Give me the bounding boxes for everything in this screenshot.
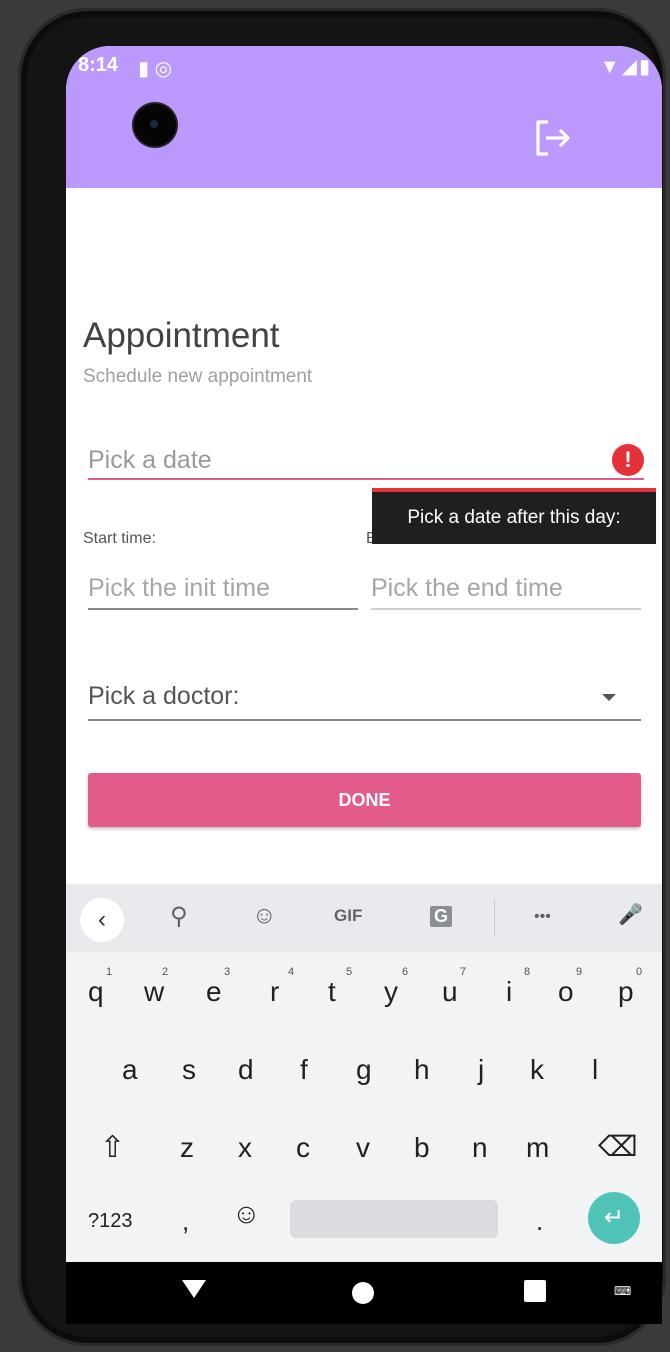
key-hint: 4 xyxy=(288,966,295,978)
key-hint: 8 xyxy=(524,966,531,978)
key-label: p xyxy=(618,976,634,1007)
soft-keyboard: ‹ ⚲ ☺ GIF G ••• 🎤 q1 w2 e3 r4 t5 y6 u7 i… xyxy=(66,884,662,1262)
key-t[interactable]: t5 xyxy=(328,966,352,1008)
done-button[interactable]: DONE xyxy=(88,773,641,827)
spacebar[interactable] xyxy=(290,1200,498,1238)
phone-frame: 8:14 ▮ ◎ ▼◢▮ Appointment Schedule new ap… xyxy=(18,8,666,1346)
key-l[interactable]: l xyxy=(592,1054,598,1086)
shift-key[interactable]: ⇧ xyxy=(100,1130,125,1165)
enter-key[interactable]: ↵ xyxy=(588,1192,640,1244)
key-hint: 0 xyxy=(636,966,643,978)
keyboard-more-icon[interactable]: ••• xyxy=(534,908,551,926)
error-tooltip: Pick a date after this day: xyxy=(372,492,656,544)
date-input-placeholder: Pick a date xyxy=(88,446,212,474)
doctor-select-underline xyxy=(88,719,641,721)
nav-home-icon[interactable] xyxy=(352,1282,374,1304)
key-label: u xyxy=(442,976,458,1007)
key-b[interactable]: b xyxy=(414,1132,430,1164)
key-hint: 6 xyxy=(402,966,409,978)
key-d[interactable]: d xyxy=(238,1054,254,1086)
doctor-select[interactable]: Pick a doctor: xyxy=(88,682,239,711)
key-k[interactable]: k xyxy=(530,1054,544,1086)
nav-back-icon[interactable] xyxy=(182,1280,206,1298)
symbols-key[interactable]: ?123 xyxy=(88,1210,133,1233)
key-p[interactable]: p0 xyxy=(618,966,642,1008)
keyboard-toolbar-divider xyxy=(494,900,495,936)
keyboard-back-icon[interactable]: ‹ xyxy=(80,898,124,942)
status-signal-battery-icons: ▼◢▮ xyxy=(599,56,652,78)
comma-key[interactable]: , xyxy=(182,1206,189,1237)
keyboard-toolbar: ‹ ⚲ ☺ GIF G ••• 🎤 xyxy=(66,884,662,952)
key-r[interactable]: r4 xyxy=(270,966,294,1008)
page-subtitle: Schedule new appointment xyxy=(83,366,313,387)
key-label: i xyxy=(506,976,513,1007)
status-notification-icons: ▮ ◎ xyxy=(138,58,173,80)
key-s[interactable]: s xyxy=(182,1054,196,1086)
key-label: w xyxy=(144,976,165,1007)
keyboard-switch-icon[interactable]: ⌨ xyxy=(614,1284,632,1298)
key-a[interactable]: a xyxy=(122,1054,138,1086)
end-time-input[interactable]: Pick the end time xyxy=(371,574,563,603)
keyboard-gif-icon[interactable]: GIF xyxy=(334,906,362,926)
dropdown-arrow-icon[interactable] xyxy=(602,694,616,701)
key-u[interactable]: u7 xyxy=(442,966,466,1008)
key-hint: 2 xyxy=(162,966,169,978)
key-j[interactable]: j xyxy=(478,1054,484,1086)
key-label: t xyxy=(328,976,336,1007)
start-time-input[interactable]: Pick the init time xyxy=(88,574,270,603)
end-time-underline xyxy=(371,608,641,610)
front-camera xyxy=(134,104,176,146)
key-hint: 7 xyxy=(460,966,467,978)
error-icon[interactable]: ! xyxy=(612,444,644,476)
status-time: 8:14 xyxy=(78,54,119,76)
key-n[interactable]: n xyxy=(472,1132,488,1164)
date-input-underline xyxy=(88,478,644,480)
emoji-key[interactable]: ☺ xyxy=(232,1198,261,1230)
backspace-key[interactable]: ⌫ xyxy=(598,1130,638,1163)
key-v[interactable]: v xyxy=(356,1132,370,1164)
key-c[interactable]: c xyxy=(296,1132,310,1164)
key-i[interactable]: i8 xyxy=(506,966,530,1008)
key-h[interactable]: h xyxy=(414,1054,430,1086)
key-o[interactable]: o9 xyxy=(558,966,582,1008)
start-time-underline xyxy=(88,608,358,610)
system-nav-bar: ⌨ xyxy=(66,1262,662,1324)
keyboard-translate-icon[interactable]: G xyxy=(430,906,453,927)
screen: 8:14 ▮ ◎ ▼◢▮ Appointment Schedule new ap… xyxy=(66,46,662,1324)
key-label: y xyxy=(384,976,398,1007)
key-y[interactable]: y6 xyxy=(384,966,408,1008)
page-title: Appointment xyxy=(83,316,280,355)
key-label: o xyxy=(558,976,574,1007)
logout-icon[interactable] xyxy=(530,116,574,160)
keyboard-search-icon[interactable]: ⚲ xyxy=(170,902,188,931)
key-f[interactable]: f xyxy=(300,1054,308,1086)
start-time-label: Start time: xyxy=(83,530,156,547)
period-key[interactable]: . xyxy=(536,1206,543,1237)
key-label: e xyxy=(206,976,222,1007)
key-g[interactable]: g xyxy=(356,1054,372,1086)
key-z[interactable]: z xyxy=(180,1132,194,1164)
keyboard-mic-icon[interactable]: 🎤 xyxy=(618,902,643,927)
key-q[interactable]: q1 xyxy=(88,966,112,1008)
key-m[interactable]: m xyxy=(526,1132,549,1164)
key-label: q xyxy=(88,976,104,1007)
key-e[interactable]: e3 xyxy=(206,966,230,1008)
key-hint: 5 xyxy=(346,966,353,978)
key-hint: 9 xyxy=(576,966,583,978)
key-label: r xyxy=(270,976,280,1007)
key-hint: 3 xyxy=(224,966,231,978)
nav-recents-icon[interactable] xyxy=(524,1280,546,1302)
key-x[interactable]: x xyxy=(238,1132,252,1164)
key-hint: 1 xyxy=(106,966,113,978)
keyboard-sticker-icon[interactable]: ☺ xyxy=(252,902,277,930)
key-w[interactable]: w2 xyxy=(144,966,168,1008)
